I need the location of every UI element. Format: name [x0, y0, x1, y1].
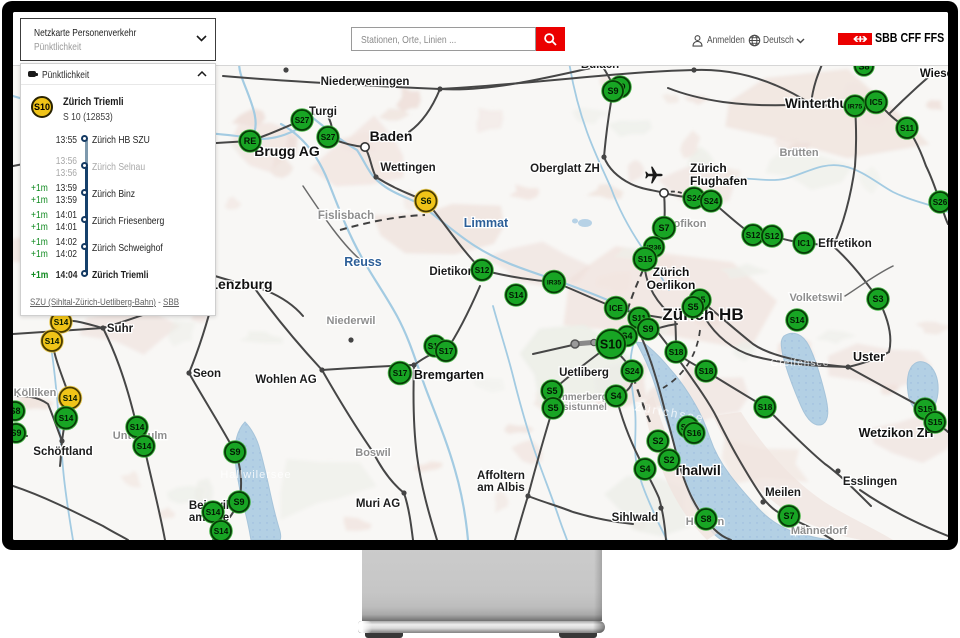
svg-text:Uster: Uster [853, 350, 885, 364]
svg-text:Meilen: Meilen [765, 487, 801, 499]
svg-text:S8: S8 [858, 66, 869, 71]
svg-text:Esslingen: Esslingen [843, 476, 897, 488]
svg-text:S3: S3 [872, 294, 883, 304]
svg-text:S15: S15 [928, 418, 943, 427]
svg-text:Thalwil: Thalwil [673, 462, 720, 478]
svg-text:Effretikon: Effretikon [818, 238, 872, 250]
svg-text:Niederwil: Niederwil [327, 315, 376, 327]
svg-text:S7: S7 [658, 223, 669, 233]
svg-text:S9: S9 [607, 86, 618, 96]
svg-text:S14: S14 [790, 316, 805, 325]
svg-text:S16: S16 [687, 429, 702, 438]
svg-text:S9: S9 [233, 497, 244, 507]
svg-text:Baden: Baden [370, 128, 413, 144]
svg-text:Seon: Seon [193, 368, 221, 380]
svg-text:Wiesen: Wiesen [920, 68, 948, 80]
svg-text:Lenzburg: Lenzburg [210, 276, 273, 292]
svg-text:am Albis: am Albis [477, 482, 525, 494]
svg-text:Wetzikon ZH: Wetzikon ZH [859, 426, 934, 440]
svg-text:S14: S14 [509, 291, 524, 300]
svg-text:S18: S18 [699, 367, 714, 376]
svg-text:Turgi: Turgi [309, 106, 337, 118]
svg-text:S27: S27 [295, 116, 310, 125]
svg-text:S2: S2 [652, 436, 663, 446]
svg-text:S7: S7 [783, 511, 794, 521]
svg-text:S27: S27 [321, 133, 336, 142]
svg-text:S14: S14 [137, 442, 152, 451]
svg-text:S5: S5 [547, 403, 558, 413]
svg-text:Oberglatt ZH: Oberglatt ZH [530, 163, 600, 175]
svg-text:Schöftland: Schöftland [33, 446, 92, 458]
svg-text:Zürich: Zürich [653, 265, 690, 279]
svg-text:Bremgarten: Bremgarten [414, 368, 484, 382]
svg-text:ICE: ICE [609, 304, 623, 313]
svg-text:IR75: IR75 [848, 103, 863, 110]
svg-text:S14: S14 [214, 527, 229, 536]
svg-text:Zürich: Zürich [690, 161, 727, 175]
svg-text:S14: S14 [59, 414, 74, 423]
svg-text:S17: S17 [393, 369, 408, 378]
svg-text:S17: S17 [439, 347, 454, 356]
svg-text:Affoltern: Affoltern [477, 470, 525, 482]
svg-text:S14: S14 [54, 318, 69, 327]
svg-text:S14: S14 [130, 423, 145, 432]
svg-text:Dietikon: Dietikon [429, 266, 474, 278]
svg-text:S9: S9 [229, 447, 240, 457]
svg-text:Boswil: Boswil [355, 447, 390, 459]
svg-text:sistunnel: sistunnel [563, 402, 607, 413]
svg-text:S5: S5 [546, 386, 557, 396]
svg-text:Flughafen: Flughafen [690, 174, 747, 188]
svg-text:IC1: IC1 [798, 239, 811, 248]
svg-text:IC5: IC5 [870, 98, 883, 107]
svg-text:RE: RE [244, 136, 257, 146]
svg-text:Männedorf: Männedorf [791, 525, 848, 537]
svg-text:S14: S14 [206, 508, 221, 517]
svg-text:S4: S4 [639, 464, 650, 474]
svg-text:S8: S8 [13, 406, 21, 416]
svg-text:Sihlwald: Sihlwald [612, 512, 659, 524]
svg-text:S11: S11 [900, 124, 915, 133]
svg-text:S24: S24 [704, 197, 719, 206]
svg-text:Reuss: Reuss [344, 255, 382, 269]
svg-text:Bülach: Bülach [581, 66, 619, 71]
svg-text:IR35: IR35 [547, 279, 562, 286]
svg-text:S18: S18 [758, 403, 773, 412]
svg-text:Brugg AG: Brugg AG [254, 143, 320, 159]
svg-text:S14: S14 [45, 337, 60, 346]
svg-text:Greifensee: Greifensee [771, 358, 830, 369]
svg-text:ofikon: ofikon [674, 218, 707, 230]
svg-text:S26: S26 [933, 198, 948, 207]
svg-text:S12: S12 [746, 231, 761, 240]
svg-text:S12: S12 [475, 266, 490, 275]
svg-text:S2: S2 [663, 455, 674, 465]
svg-text:Niederweningen: Niederweningen [321, 76, 410, 88]
svg-text:Wohlen AG: Wohlen AG [255, 374, 316, 386]
svg-text:S10: S10 [600, 338, 622, 352]
svg-text:S5: S5 [687, 302, 698, 312]
svg-text:Fislisbach: Fislisbach [318, 210, 374, 222]
svg-text:S12: S12 [765, 232, 780, 241]
svg-text:S18: S18 [669, 348, 684, 357]
svg-text:S6: S6 [420, 196, 431, 206]
svg-text:S14: S14 [63, 394, 78, 403]
svg-text:Suhr: Suhr [107, 323, 134, 335]
svg-text:S8: S8 [700, 514, 711, 524]
svg-text:Oerlikon: Oerlikon [647, 278, 696, 292]
svg-text:S9: S9 [13, 428, 22, 438]
svg-text:Limmat: Limmat [464, 216, 509, 230]
svg-text:Volketswil: Volketswil [790, 292, 843, 304]
svg-text:S9: S9 [642, 324, 653, 334]
svg-text:Muri AG: Muri AG [356, 498, 400, 510]
svg-text:S24: S24 [625, 367, 640, 376]
svg-text:Brütten: Brütten [779, 147, 818, 159]
svg-text:Uetliberg: Uetliberg [559, 367, 609, 379]
svg-text:Kölliken: Kölliken [14, 387, 57, 399]
svg-text:Hallwilersee: Hallwilersee [220, 469, 291, 481]
svg-text:Wettingen: Wettingen [380, 162, 435, 174]
svg-text:S4: S4 [610, 391, 621, 401]
svg-text:S15: S15 [638, 255, 653, 264]
